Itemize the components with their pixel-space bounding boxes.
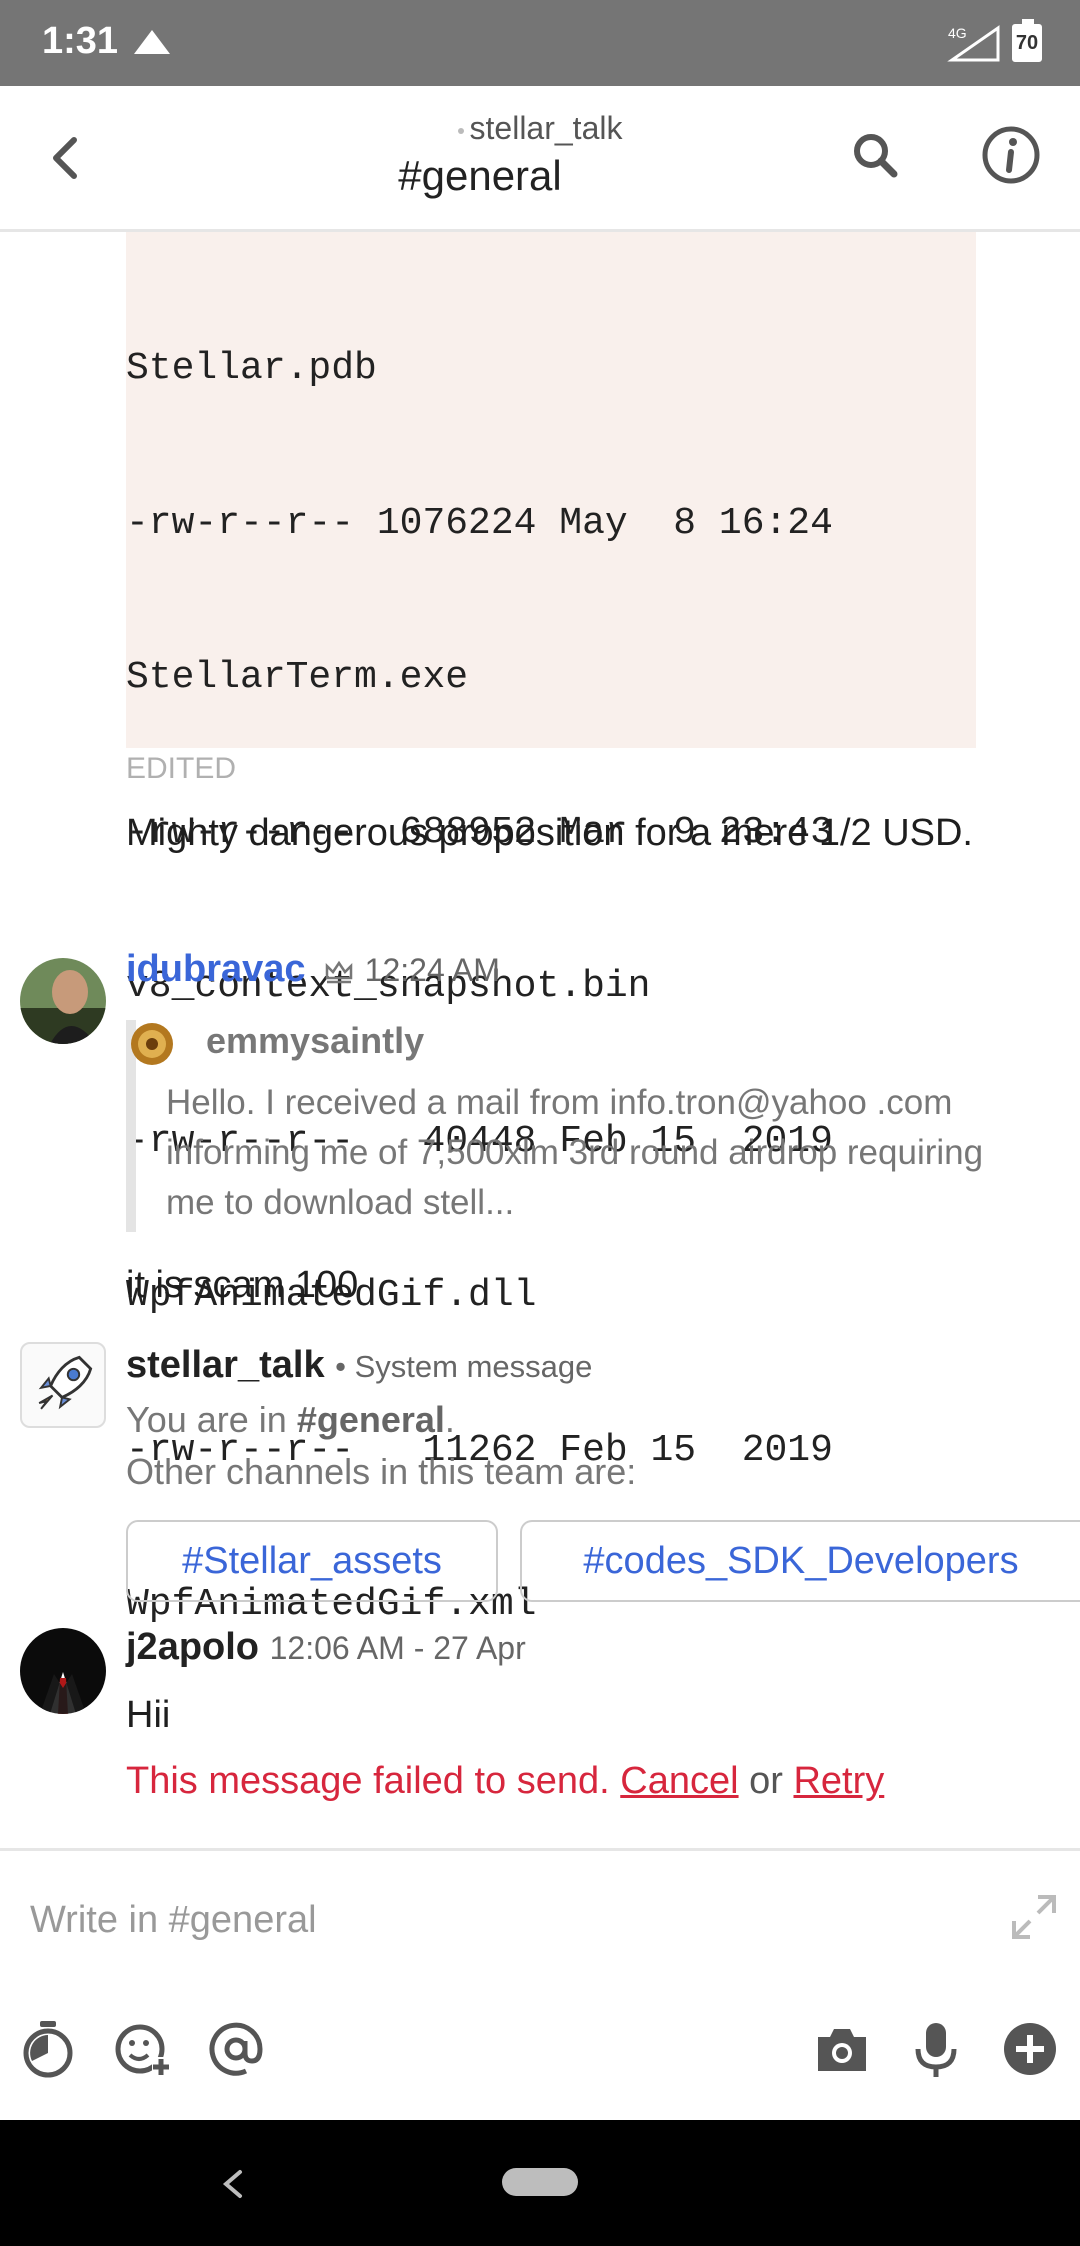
channel-chip-codes-sdk-developers[interactable]: #codes_SDK_Developers [520,1520,1080,1602]
team-name-label: stellar_talk [469,110,623,146]
rocket-icon [20,1342,106,1428]
team-name[interactable]: stellar_talk [0,110,1080,147]
retry-link[interactable]: Retry [793,1760,884,1802]
quote-author: emmysaintly [206,1020,425,1061]
system-line-2: Other channels in this team are: [126,1451,637,1492]
avatar-j2apolo[interactable] [20,1628,106,1714]
code-block: Stellar.pdb -rw-r--r-- 1076224 May 8 16:… [126,232,976,1626]
chat-header: stellar_talk #general [0,86,1080,232]
message-text: Hii [126,1694,171,1736]
plus-icon[interactable] [1000,2019,1060,2079]
channel-title[interactable]: #general [0,152,960,200]
nav-home-pill[interactable] [502,2168,578,2196]
status-bar: 1:31 4G 70 [0,0,1080,86]
message-timestamp: 12:24 AM [364,952,500,988]
message-text: it is scam 100 [126,1264,359,1306]
timer-icon[interactable] [18,2019,78,2079]
system-line-suffix: . [444,1399,455,1440]
network-label: 4G [948,25,967,41]
username-label: stellar_talk [126,1344,325,1386]
info-icon[interactable] [980,124,1042,186]
status-time: 1:31 [42,20,119,62]
username-stellar-talk: stellar_talk • System message [126,1344,592,1387]
battery-indicator: 70 [1012,19,1042,62]
username-idubravac[interactable]: idubravac 12:24 AM [126,948,500,991]
username-label: j2apolo [126,1626,260,1668]
microphone-icon[interactable] [906,2019,966,2079]
quoted-message[interactable]: emmysaintly Hello. I received a mail fro… [126,1020,986,1232]
emoji-add-icon[interactable] [112,2019,172,2079]
cancel-link[interactable]: Cancel [620,1760,738,1802]
mention-icon[interactable] [206,2019,266,2079]
code-line: Stellar.pdb [126,347,377,390]
system-line: You are in #general. [126,1394,986,1446]
avatar-emmysaintly [131,1023,173,1065]
channel-chip-stellar-assets[interactable]: #Stellar_assets [126,1520,498,1602]
message-input[interactable]: Write in #general [30,1899,317,1942]
username-label: idubravac [126,948,306,990]
failed-text: This message failed to send. [126,1760,610,1802]
message-list[interactable]: Stellar.pdb -rw-r--r-- 1076224 May 8 16:… [0,232,1080,1848]
quote-text: Hello. I received a mail from info.tron@… [166,1083,984,1222]
avatar-idubravac[interactable] [20,958,106,1044]
system-line-prefix: You are in [126,1399,297,1440]
system-tag: • System message [335,1349,593,1384]
message-timestamp: 12:06 AM - 27 Apr [269,1630,526,1666]
crown-icon [325,960,353,984]
edited-label: EDITED [126,752,237,785]
system-nav-bar [0,2120,1080,2246]
code-line: StellarTerm.exe [126,656,469,699]
or-label: or [749,1760,783,1802]
message-composer: Write in #general [0,1848,1080,2120]
expand-icon[interactable] [1008,1891,1060,1943]
message-text: Mighty dangerous proposition for a mere … [126,812,973,854]
username-j2apolo[interactable]: j2apolo 12:06 AM - 27 Apr [126,1626,526,1669]
camera-icon[interactable] [812,2019,872,2079]
nav-back-icon[interactable] [218,2164,248,2204]
signal-icon: 4G [947,25,1000,62]
send-failed-notice: This message failed to send. Cancel or R… [126,1760,884,1803]
code-line: -rw-r--r-- 1076224 May 8 16:24 [126,501,833,545]
channel-mention: #general [296,1399,445,1440]
search-icon[interactable] [846,126,906,186]
presence-dot [457,127,464,134]
upload-triangle-icon [134,30,170,54]
